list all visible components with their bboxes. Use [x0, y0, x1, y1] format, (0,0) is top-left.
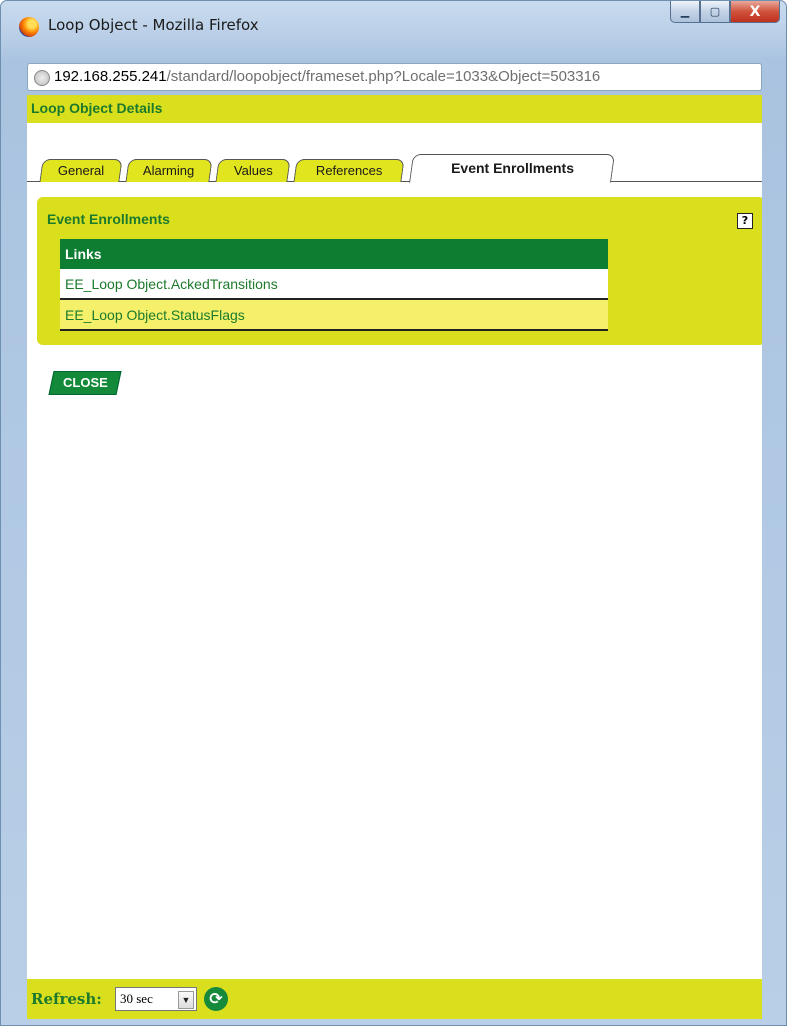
- page-title: Loop Object Details: [31, 100, 163, 116]
- address-bar[interactable]: 192.168.255.241/standard/loopobject/fram…: [27, 63, 762, 91]
- globe-icon: [34, 70, 50, 86]
- chevron-down-icon[interactable]: ▼: [178, 991, 194, 1009]
- table-row[interactable]: EE_Loop Object.StatusFlags: [60, 299, 608, 331]
- refresh-bar: Refresh: 30 sec ▼ ⟳: [27, 979, 762, 1019]
- tab-general[interactable]: General: [39, 159, 123, 182]
- refresh-icon[interactable]: ⟳: [204, 987, 228, 1011]
- panel-title: Event Enrollments: [47, 211, 170, 227]
- maximize-icon: ▢: [709, 5, 721, 18]
- tab-strip: General Alarming Values References Event…: [27, 154, 762, 183]
- url-host: 192.168.255.241: [54, 68, 167, 85]
- refresh-interval-select[interactable]: 30 sec ▼: [115, 987, 197, 1011]
- maximize-button[interactable]: ▢: [700, 1, 730, 23]
- firefox-icon: [19, 17, 39, 37]
- close-button[interactable]: CLOSE: [48, 371, 122, 395]
- help-icon[interactable]: ?: [737, 213, 753, 229]
- event-enrollments-panel: Event Enrollments ? Links EE_Loop Object…: [37, 197, 762, 345]
- tab-values[interactable]: Values: [215, 159, 291, 182]
- browser-window: Loop Object - Mozilla Firefox ▁ ▢ X 192.…: [0, 0, 787, 1026]
- table-row[interactable]: EE_Loop Object.AckedTransitions: [60, 269, 608, 300]
- refresh-interval-value: 30 sec: [120, 991, 153, 1006]
- title-bar: Loop Object - Mozilla Firefox ▁ ▢ X: [1, 1, 786, 57]
- close-window-button[interactable]: X: [730, 1, 780, 23]
- url-path: /standard/loopobject/frameset.php?Locale…: [166, 68, 601, 85]
- tab-alarming[interactable]: Alarming: [125, 159, 213, 182]
- window-title: Loop Object - Mozilla Firefox: [48, 16, 259, 34]
- link-acked-transitions[interactable]: EE_Loop Object.AckedTransitions: [60, 269, 608, 300]
- link-status-flags[interactable]: EE_Loop Object.StatusFlags: [60, 299, 608, 331]
- minimize-button[interactable]: ▁: [670, 1, 700, 23]
- window-controls: ▁ ▢ X: [670, 1, 780, 25]
- page-content: Loop Object Details General Alarming Val…: [27, 95, 762, 1019]
- table-header-row: Links: [60, 239, 608, 269]
- tab-references[interactable]: References: [293, 159, 405, 182]
- minimize-icon: ▁: [680, 5, 690, 18]
- url-text[interactable]: 192.168.255.241/standard/loopobject/fram…: [54, 68, 600, 85]
- close-icon: X: [749, 3, 761, 20]
- links-table: Links EE_Loop Object.AckedTransitions EE…: [60, 239, 608, 331]
- links-column-header: Links: [60, 239, 608, 269]
- refresh-label: Refresh:: [31, 990, 102, 1008]
- page-title-bar: Loop Object Details: [27, 95, 762, 123]
- tab-event-enrollments[interactable]: Event Enrollments: [408, 154, 616, 183]
